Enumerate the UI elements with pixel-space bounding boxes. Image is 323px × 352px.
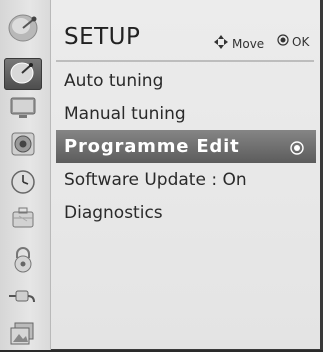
ok-button-icon [277,34,289,49]
ok-hint-label: OK [292,34,310,49]
ok-hint: OK [277,34,309,49]
photo-media-icon [9,321,37,351]
menu-item-label: Auto tuning [64,70,164,91]
page-title: SETUP [64,24,141,50]
category-sidebar [0,0,51,350]
menu-item-label: Software Update : On [64,169,247,190]
menu-item-manual-tuning[interactable]: Manual tuning [56,97,314,130]
menu-item-software-update[interactable]: Software Update : On [56,163,314,196]
sidebar-item-option[interactable] [4,204,42,236]
tv-screen-icon [9,96,37,124]
menu-item-auto-tuning[interactable]: Auto tuning [56,64,314,97]
header-divider [56,60,314,62]
sidebar-item-lock[interactable] [4,246,42,278]
menu-item-label: Diagnostics [64,202,163,223]
briefcase-icon [10,205,36,235]
satellite-dish-icon [9,59,37,89]
ok-select-icon [290,139,304,155]
input-connector-icon [8,286,38,310]
sidebar-item-audio[interactable] [4,130,42,162]
menu-item-programme-edit[interactable]: Programme Edit [56,130,316,163]
sidebar-item-setup[interactable] [4,58,42,90]
lock-icon [10,246,36,278]
move-arrows-icon [213,34,229,53]
menu-item-diagnostics[interactable]: Diagnostics [56,196,314,229]
sidebar-item-input[interactable] [4,282,42,314]
move-hint: Move [213,34,264,53]
clock-icon [10,169,36,199]
setup-osd-panel: SETUP Move OK Auto tuning Manual tuning [0,0,323,350]
sidebar-item-time[interactable] [4,168,42,200]
menu-item-label: Programme Edit [64,136,240,157]
setup-menu-list: Auto tuning Manual tuning Programme Edit… [56,64,316,229]
move-hint-label: Move [232,36,265,51]
satellite-dish-icon [6,10,42,46]
menu-item-label: Manual tuning [64,103,186,124]
sidebar-item-media[interactable] [4,320,42,352]
speaker-icon [10,131,36,161]
sidebar-item-picture[interactable] [4,94,42,126]
